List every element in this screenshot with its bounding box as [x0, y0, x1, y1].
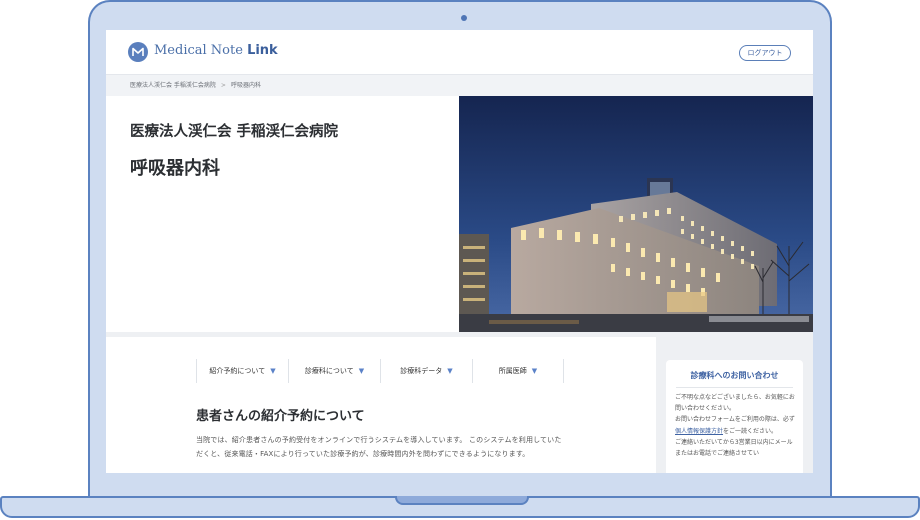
- triangle-down-icon: ▼: [447, 367, 453, 375]
- tab-label: 診療科データ: [400, 367, 443, 375]
- breadcrumb-item-hospital[interactable]: 医療法人渓仁会 手稲渓仁会病院: [130, 82, 216, 89]
- contact-text-2-pre: お問い合わせフォームをご利用の際は、必ず: [675, 416, 795, 424]
- hospital-photo: [459, 96, 813, 332]
- medical-note-logo-icon[interactable]: [128, 42, 148, 62]
- department-title: 呼吸器内科: [130, 158, 220, 179]
- screen: Medical Note Link ログアウト 医療法人渓仁会 手稲渓仁会病院 >…: [106, 30, 813, 473]
- tab-referral-booking[interactable]: 紹介予約について ▼: [196, 359, 288, 383]
- section-title: 患者さんの紹介予約について: [196, 409, 365, 424]
- main-content: 紹介予約について ▼ 診療科について ▼ 診療科データ ▼ 所属医師 ▼ 患者さんの紹介…: [106, 337, 656, 473]
- contact-text-2-post: をご一読ください。: [723, 427, 778, 435]
- site-header: Medical Note Link ログアウト: [106, 30, 813, 75]
- privacy-policy-link[interactable]: 個人情報保護方針: [675, 428, 723, 435]
- laptop-notch: [395, 496, 529, 505]
- department-tabs: 紹介予約について ▼ 診療科について ▼ 診療科データ ▼ 所属医師 ▼: [196, 359, 564, 383]
- triangle-down-icon: ▼: [358, 367, 365, 375]
- contact-title: 診療科へのお問い合わせ: [690, 371, 779, 380]
- tab-label: 所属医師: [498, 367, 527, 375]
- tab-label: 診療科について: [304, 367, 354, 375]
- camera-dot: [461, 15, 467, 21]
- divider: [676, 387, 793, 388]
- breadcrumb-item-department: 呼吸器内科: [230, 82, 261, 89]
- triangle-down-icon: ▼: [531, 367, 538, 375]
- laptop-base: [0, 496, 920, 518]
- hospital-name: 医療法人渓仁会 手稲渓仁会病院: [130, 124, 339, 140]
- section-body: 当院では、紹介患者さんの予約受付をオンラインで行うシステムを導入しています。 こ…: [196, 436, 562, 458]
- contact-body: ご不明な点などございましたら、お気軽にお問い合わせください。 お問い合わせフォー…: [675, 392, 796, 459]
- tab-label: 紹介予約について: [209, 367, 266, 375]
- logo-text[interactable]: Medical Note Link: [154, 43, 278, 58]
- hospital-building-image: [459, 96, 813, 332]
- contact-card: 診療科へのお問い合わせ ご不明な点などございましたら、お気軽にお問い合わせくださ…: [666, 360, 803, 473]
- breadcrumb: 医療法人渓仁会 手稲渓仁会病院 > 呼吸器内科: [106, 75, 813, 96]
- tab-department-data[interactable]: 診療科データ ▼: [380, 359, 472, 383]
- contact-text-3: ご連絡いただいてから3営業日以内にメールまたはお電話でご連絡させてい: [675, 438, 793, 458]
- contact-text-2: お問い合わせフォームをご利用の際は、必ず個人情報保護方針をご一読ください。: [675, 414, 796, 436]
- contact-text-1: ご不明な点などございましたら、お気軽にお問い合わせください。: [675, 394, 795, 413]
- tab-about-department[interactable]: 診療科について ▼: [288, 359, 380, 383]
- tab-doctors[interactable]: 所属医師 ▼: [472, 359, 564, 383]
- logout-button[interactable]: ログアウト: [739, 45, 791, 61]
- triangle-down-icon: ▼: [270, 367, 276, 375]
- breadcrumb-separator: >: [220, 82, 226, 89]
